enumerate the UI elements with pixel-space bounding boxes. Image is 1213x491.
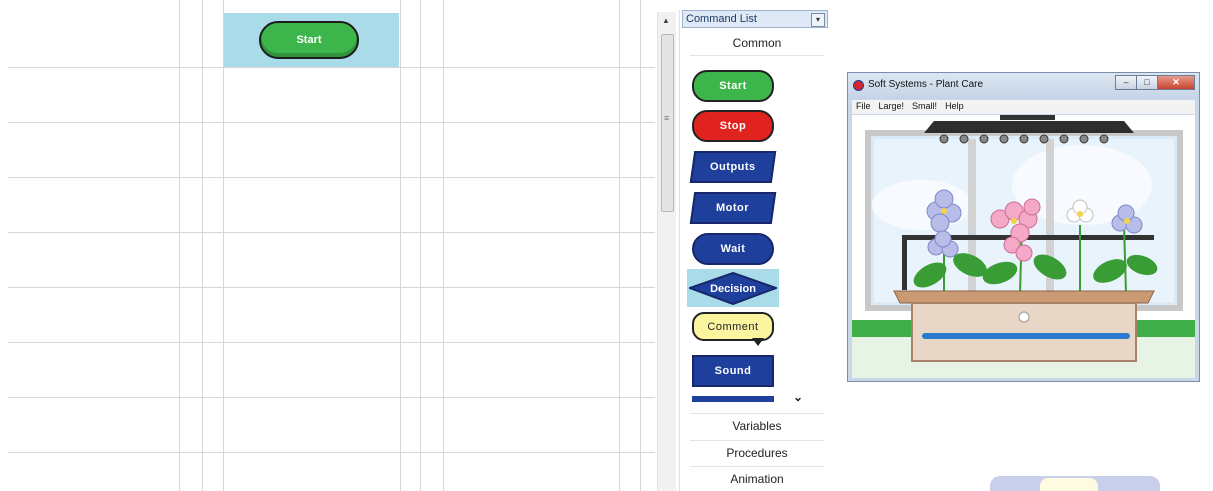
command-sound[interactable]: Sound xyxy=(692,355,774,387)
command-motor-label: Motor xyxy=(716,202,750,214)
chevron-down-icon[interactable]: ⌄ xyxy=(793,390,803,404)
scrollbar-thumb[interactable]: ≡ xyxy=(661,34,674,212)
menu-help[interactable]: Help xyxy=(941,100,968,114)
command-list-title-text: Command List xyxy=(686,13,757,25)
command-start[interactable]: Start xyxy=(692,70,774,102)
canvas-start-block[interactable]: Start xyxy=(259,21,359,59)
plant-illustration xyxy=(852,115,1195,378)
close-button[interactable]: ✕ xyxy=(1157,75,1195,90)
window-menubar: File Large! Small! Help xyxy=(852,100,1195,114)
arrow-up-icon[interactable]: ▲ xyxy=(662,16,670,25)
section-variables[interactable]: Variables xyxy=(690,413,824,438)
grid-line xyxy=(400,0,401,491)
grip-icon: ≡ xyxy=(664,113,670,123)
grid-line xyxy=(179,0,180,491)
grid-line xyxy=(223,0,224,491)
menu-file[interactable]: File xyxy=(852,100,875,114)
grid-line xyxy=(8,122,655,123)
grid-line xyxy=(202,0,203,491)
partial-panel-inner xyxy=(1040,478,1098,491)
command-stop[interactable]: Stop xyxy=(692,110,774,142)
grow-lamp xyxy=(924,121,1134,133)
window-title: Soft Systems - Plant Care xyxy=(868,79,984,90)
grid-line xyxy=(8,452,655,453)
window-titlebar[interactable]: Soft Systems - Plant Care – □ ✕ xyxy=(848,73,1199,99)
maximize-button[interactable]: □ xyxy=(1136,75,1158,90)
lamp-bulbs xyxy=(939,134,1109,144)
trellis-post xyxy=(902,235,907,290)
grid-line xyxy=(619,0,620,491)
partial-panel xyxy=(990,476,1160,491)
grid-line xyxy=(443,0,444,491)
command-motor[interactable]: Motor xyxy=(689,192,777,224)
section-common[interactable]: Common xyxy=(690,31,824,56)
command-decision[interactable]: Decision xyxy=(689,272,777,305)
plant-scene xyxy=(852,115,1195,378)
grid-line xyxy=(8,67,655,68)
vertical-scrollbar[interactable]: ▲ ≡ xyxy=(657,12,676,491)
planter-knob xyxy=(1018,311,1030,323)
flowchart-canvas[interactable]: Start xyxy=(0,0,655,491)
menu-large[interactable]: Large! xyxy=(875,100,909,114)
plant-care-window: Soft Systems - Plant Care – □ ✕ File Lar… xyxy=(847,72,1200,382)
command-list-panel: Command List ▾ Common Start Stop Outputs… xyxy=(679,10,830,491)
water-level-bar xyxy=(922,333,1130,339)
grid-line xyxy=(8,342,655,343)
section-animation[interactable]: Animation xyxy=(690,466,824,491)
command-outputs-label: Outputs xyxy=(710,161,756,173)
comment-tail xyxy=(752,338,764,346)
command-decision-label: Decision xyxy=(710,283,756,295)
grid-line xyxy=(8,397,655,398)
grid-line xyxy=(420,0,421,491)
dropdown-icon[interactable]: ▾ xyxy=(811,13,825,27)
window-controls: – □ ✕ xyxy=(1115,75,1195,90)
grid-line xyxy=(8,177,655,178)
minimize-button[interactable]: – xyxy=(1115,75,1137,90)
section-procedures[interactable]: Procedures xyxy=(690,440,824,465)
app-logo-icon xyxy=(853,80,864,91)
grid-line xyxy=(8,232,655,233)
grid-line xyxy=(640,0,641,491)
grid-line xyxy=(8,287,655,288)
command-list-title[interactable]: Command List ▾ xyxy=(682,10,828,28)
lamp-rail xyxy=(1000,115,1055,120)
command-comment[interactable]: Comment xyxy=(692,312,774,341)
command-outputs[interactable]: Outputs xyxy=(689,151,777,183)
command-wait[interactable]: Wait xyxy=(692,233,774,265)
command-partial-block[interactable] xyxy=(692,396,774,402)
menu-small[interactable]: Small! xyxy=(908,100,941,114)
window-mullion xyxy=(968,139,976,302)
planter-rim xyxy=(893,290,1155,304)
